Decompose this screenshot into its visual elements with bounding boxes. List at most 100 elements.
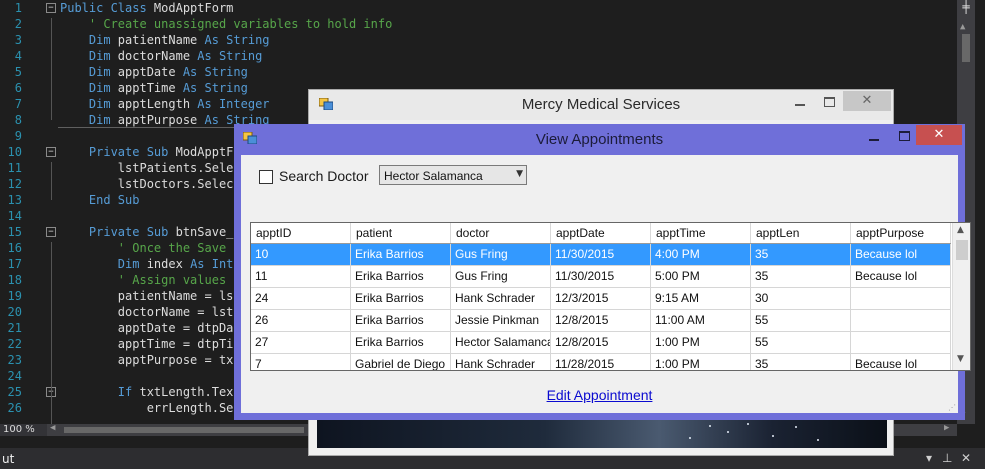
- code-line[interactable]: lstPatients.Selec: [60, 160, 241, 176]
- grid-scroll-thumb[interactable]: [956, 240, 968, 260]
- table-cell[interactable]: 11:00 AM: [651, 310, 751, 331]
- code-line[interactable]: ' Create unassigned variables to hold in…: [60, 16, 392, 32]
- table-cell[interactable]: Because lol: [851, 244, 951, 265]
- column-header-apptID[interactable]: apptID: [251, 223, 351, 243]
- minimize-button[interactable]: [869, 139, 879, 141]
- code-line[interactable]: End Sub: [60, 192, 140, 208]
- table-cell[interactable]: 35: [751, 354, 851, 370]
- table-cell[interactable]: 35: [751, 266, 851, 287]
- table-cell[interactable]: 5:00 PM: [651, 266, 751, 287]
- table-cell[interactable]: 12/8/2015: [551, 332, 651, 353]
- table-cell[interactable]: 55: [751, 332, 851, 353]
- maximize-button[interactable]: [899, 131, 910, 141]
- code-line[interactable]: Public Class ModApptForm: [60, 0, 233, 16]
- code-line[interactable]: Dim index As Inte: [60, 256, 241, 272]
- table-cell[interactable]: 26: [251, 310, 351, 331]
- table-cell[interactable]: [851, 310, 951, 331]
- code-line[interactable]: Dim apptTime As String: [60, 80, 248, 96]
- table-row[interactable]: 26 Erika Barrios Jessie Pinkman 12/8/2015 11…: [251, 310, 951, 332]
- view-appointments-titlebar[interactable]: View Appointments ✕: [234, 124, 965, 154]
- column-header-apptPurpose[interactable]: apptPurpose: [851, 223, 951, 243]
- table-cell[interactable]: [851, 332, 951, 353]
- mercy-titlebar[interactable]: Mercy Medical Services ✕: [309, 90, 893, 120]
- table-cell[interactable]: Hank Schrader: [451, 288, 551, 309]
- column-header-apptLen[interactable]: apptLen: [751, 223, 851, 243]
- scroll-up-icon[interactable]: ▲: [957, 225, 964, 235]
- code-line[interactable]: Private Sub ModApptFo: [60, 144, 241, 160]
- code-line[interactable]: ' Once the Save b: [60, 240, 241, 256]
- search-doctor-checkbox[interactable]: [259, 170, 273, 184]
- panel-close-icon[interactable]: ✕: [961, 451, 971, 465]
- collapse-icon[interactable]: −: [46, 3, 56, 13]
- code-line[interactable]: If txtLength.Text: [60, 384, 241, 400]
- scroll-down-icon[interactable]: ▼: [957, 354, 964, 364]
- table-cell[interactable]: [851, 288, 951, 309]
- edit-appointment-link[interactable]: Edit Appointment: [547, 387, 653, 403]
- table-row[interactable]: 11 Erika Barrios Gus Fring 11/30/2015 5:00 P…: [251, 266, 951, 288]
- code-line[interactable]: errLength.Set: [60, 400, 241, 416]
- table-row[interactable]: 10 Erika Barrios Gus Fring 11/30/2015 4:00 P…: [251, 244, 951, 266]
- chevron-down-icon[interactable]: ▼: [516, 169, 523, 179]
- code-line[interactable]: lstDoctors.Select: [60, 176, 241, 192]
- table-row[interactable]: 7 Gabriel de Diego Hank Schrader 11/28/2015…: [251, 354, 951, 370]
- table-cell[interactable]: 11/30/2015: [551, 244, 651, 265]
- code-line[interactable]: doctorName = lstD: [60, 304, 241, 320]
- scroll-left-icon[interactable]: ◀: [50, 423, 55, 433]
- table-row[interactable]: 27 Erika Barrios Hector Salamanca 12/8/2015…: [251, 332, 951, 354]
- table-cell[interactable]: 7: [251, 354, 351, 370]
- code-line[interactable]: Dim apptDate As String: [60, 64, 248, 80]
- table-cell[interactable]: 9:15 AM: [651, 288, 751, 309]
- close-button[interactable]: ✕: [843, 91, 891, 111]
- table-cell[interactable]: Because lol: [851, 354, 951, 370]
- table-cell[interactable]: 1:00 PM: [651, 354, 751, 370]
- table-cell[interactable]: 35: [751, 244, 851, 265]
- code-line[interactable]: ' Assign values t: [60, 272, 241, 288]
- column-header-patient[interactable]: patient: [351, 223, 451, 243]
- table-cell[interactable]: 1:00 PM: [651, 332, 751, 353]
- close-button[interactable]: ✕: [916, 125, 962, 145]
- table-cell[interactable]: 30: [751, 288, 851, 309]
- maximize-button[interactable]: [824, 97, 835, 107]
- code-line[interactable]: Private Sub btnSave_C: [60, 224, 241, 240]
- minimize-button[interactable]: [795, 104, 805, 106]
- table-cell[interactable]: Gus Fring: [451, 244, 551, 265]
- table-cell[interactable]: 12/3/2015: [551, 288, 651, 309]
- table-cell[interactable]: 55: [751, 310, 851, 331]
- table-cell[interactable]: Gus Fring: [451, 266, 551, 287]
- table-cell[interactable]: Erika Barrios: [351, 310, 451, 331]
- code-line[interactable]: apptDate = dtpDat: [60, 320, 241, 336]
- appointments-grid[interactable]: apptID patient doctor apptDate apptTime apptL…: [250, 222, 971, 371]
- table-cell[interactable]: 27: [251, 332, 351, 353]
- table-cell[interactable]: 10: [251, 244, 351, 265]
- doctor-select[interactable]: Hector Salamanca ▼: [379, 165, 527, 185]
- scroll-right-icon[interactable]: ▶: [944, 423, 949, 433]
- resize-grip-icon[interactable]: ⋰: [948, 403, 956, 412]
- table-cell[interactable]: 11/30/2015: [551, 266, 651, 287]
- pin-icon[interactable]: ⊥: [942, 451, 952, 465]
- table-cell[interactable]: Erika Barrios: [351, 288, 451, 309]
- column-header-doctor[interactable]: doctor: [451, 223, 551, 243]
- horizontal-scroll-thumb[interactable]: [64, 427, 304, 433]
- scroll-up-icon[interactable]: ▲: [960, 22, 965, 32]
- column-header-apptTime[interactable]: apptTime: [651, 223, 751, 243]
- collapse-icon[interactable]: −: [46, 227, 56, 237]
- table-cell[interactable]: Gabriel de Diego: [351, 354, 451, 370]
- code-line[interactable]: Dim doctorName As String: [60, 48, 262, 64]
- code-line[interactable]: apptTime = dtpTim: [60, 336, 241, 352]
- code-line[interactable]: Dim apptLength As Integer: [60, 96, 270, 112]
- view-appointments-window[interactable]: View Appointments ✕ Search Doctor Hector…: [234, 124, 971, 420]
- table-cell[interactable]: Jessie Pinkman: [451, 310, 551, 331]
- zoom-level[interactable]: 100 %: [0, 424, 47, 436]
- code-line[interactable]: apptPurpose = txt: [60, 352, 241, 368]
- table-cell[interactable]: 24: [251, 288, 351, 309]
- column-header-apptDate[interactable]: apptDate: [551, 223, 651, 243]
- split-window-icon[interactable]: ╪: [961, 1, 971, 13]
- grid-vertical-scrollbar[interactable]: ▲ ▼: [952, 223, 970, 370]
- table-cell[interactable]: Because lol: [851, 266, 951, 287]
- collapse-icon[interactable]: −: [46, 147, 56, 157]
- code-line[interactable]: Dim patientName As String: [60, 32, 270, 48]
- table-cell[interactable]: Erika Barrios: [351, 266, 451, 287]
- scroll-thumb[interactable]: [962, 34, 970, 62]
- table-cell[interactable]: Erika Barrios: [351, 244, 451, 265]
- search-doctor-label[interactable]: Search Doctor: [279, 168, 368, 184]
